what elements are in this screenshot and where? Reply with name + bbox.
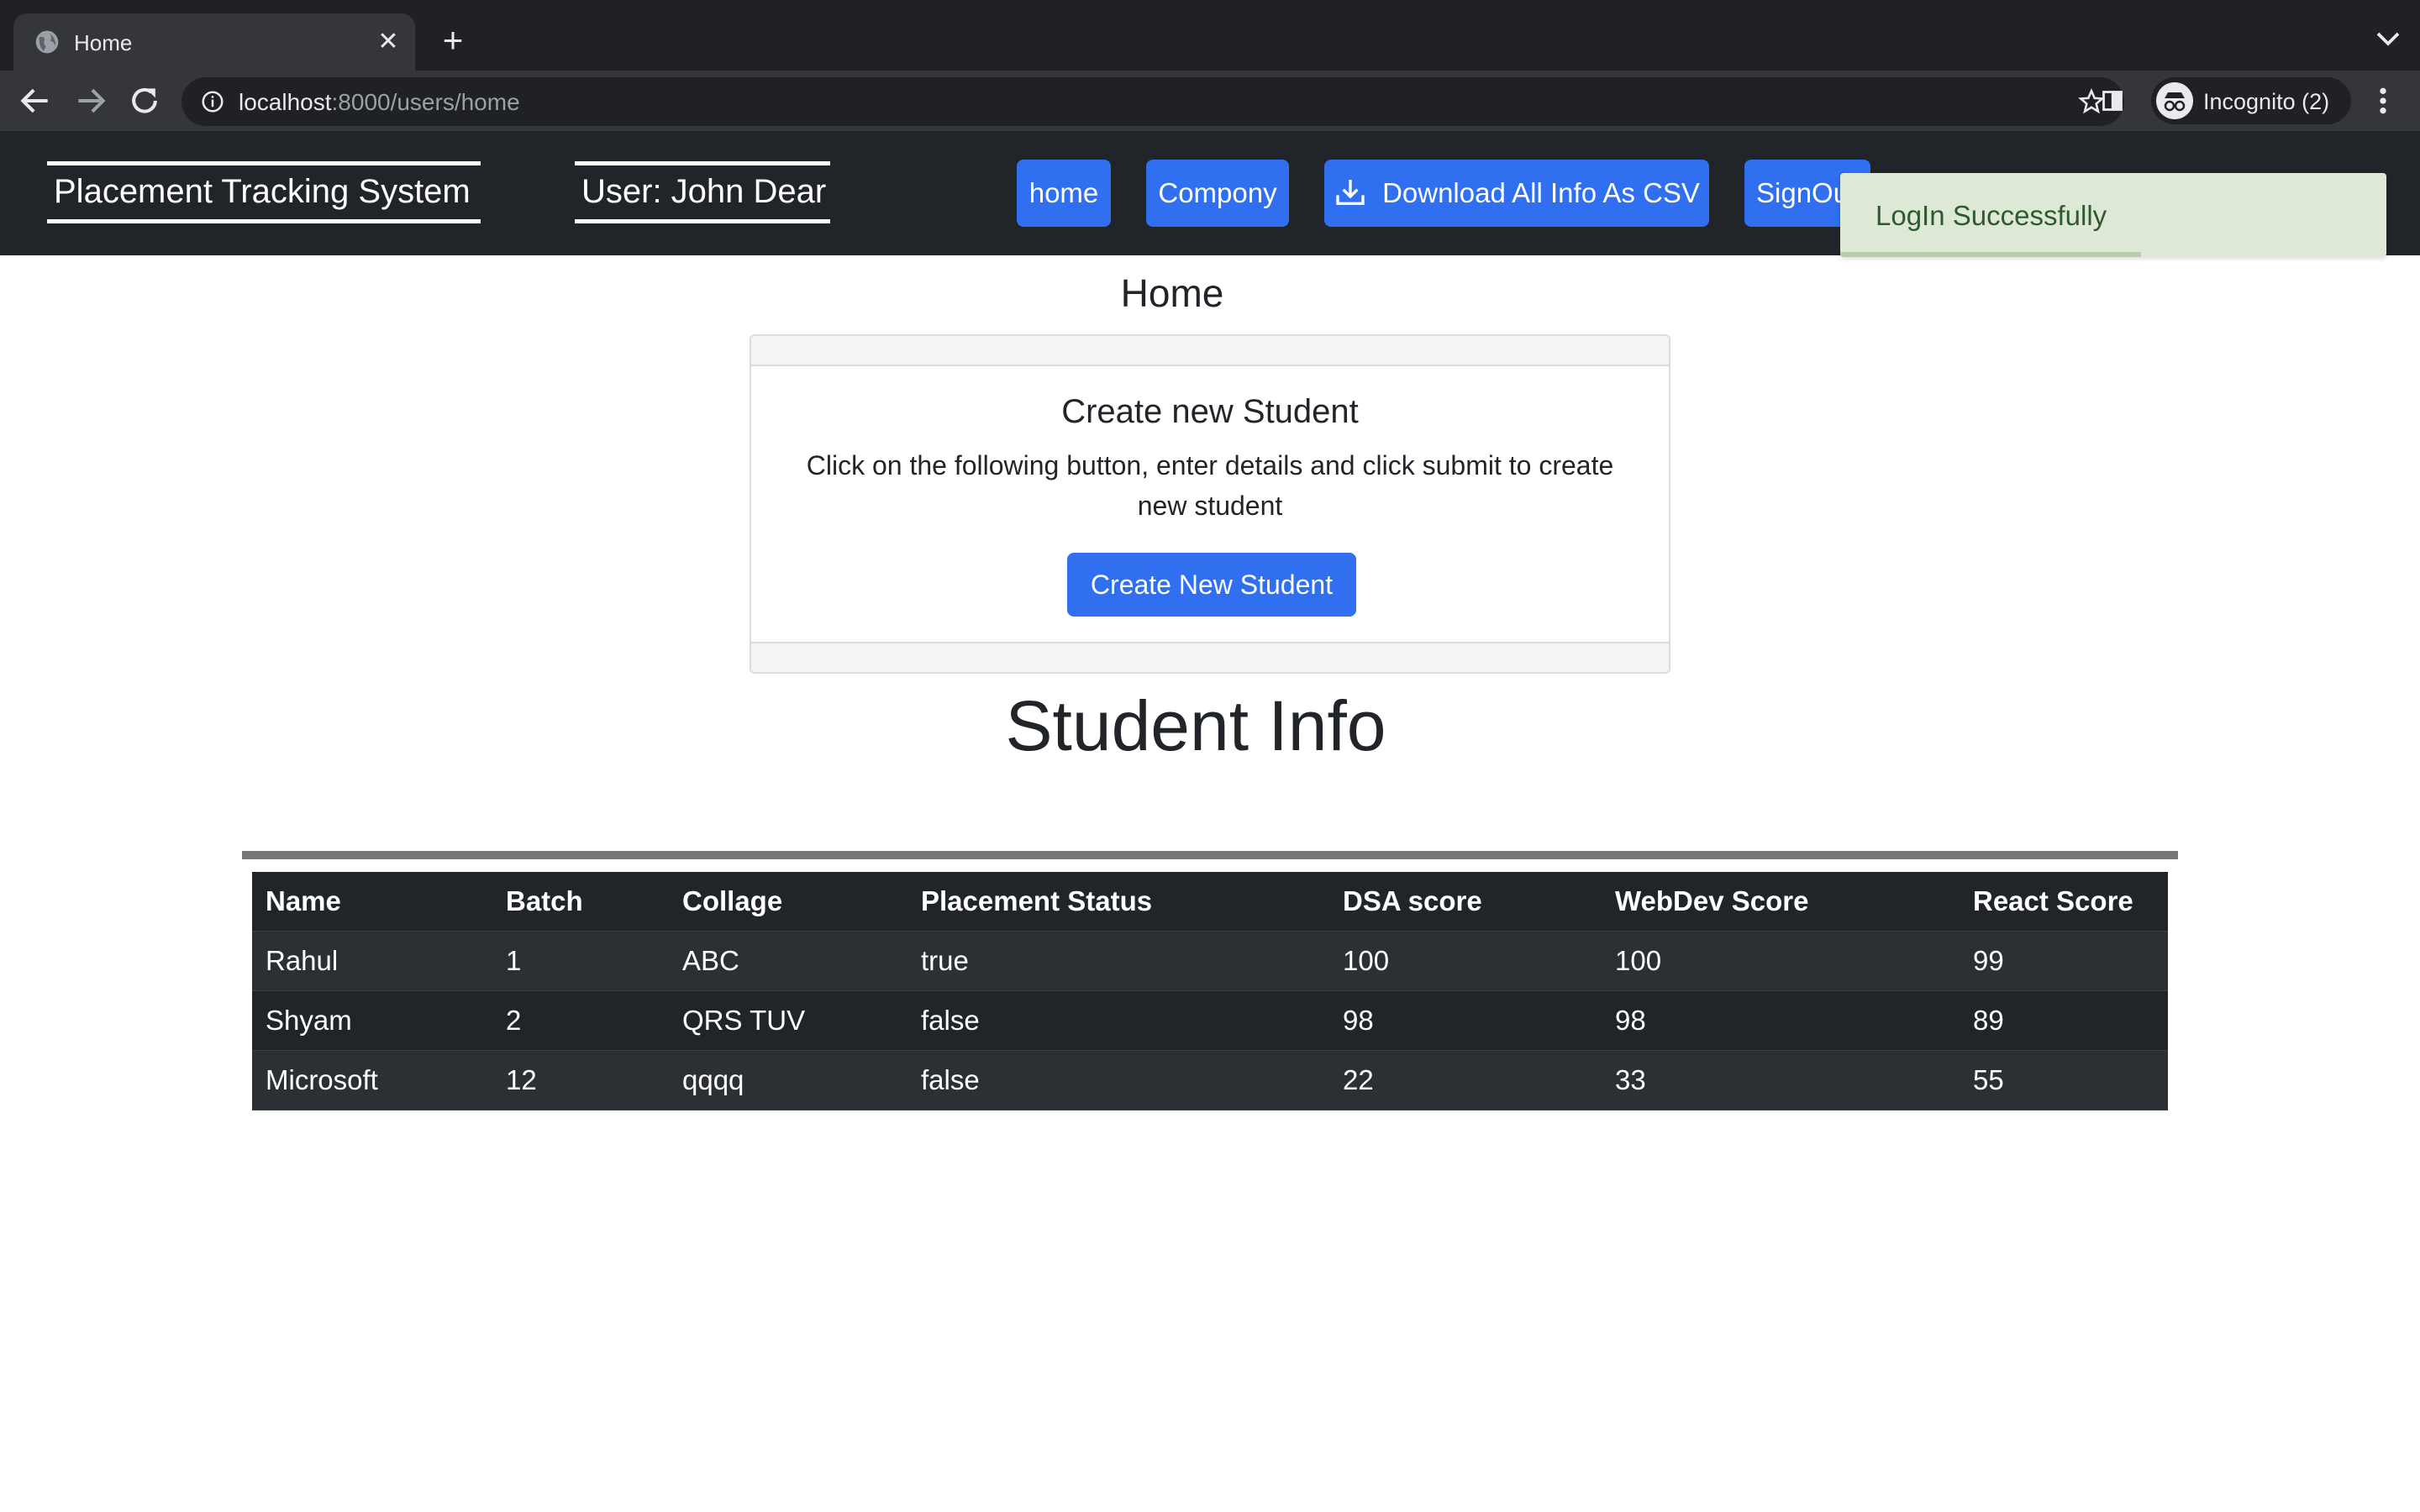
card-title: Create new Student [1061, 393, 1359, 430]
side-panel-icon[interactable] [2101, 89, 2124, 113]
card-text: Click on the following button, enter det… [806, 450, 1614, 521]
forward-arrow-icon[interactable] [72, 82, 109, 119]
cell-dsa-score: 22 [1329, 1050, 1602, 1110]
address-bar[interactable]: localhost:8000/users/home [182, 77, 2124, 126]
home-button[interactable]: home [1017, 160, 1111, 227]
cell-college: QRS TUV [669, 990, 908, 1051]
col-header-college: Collage [669, 872, 908, 932]
close-tab-icon[interactable]: ✕ [373, 27, 403, 57]
create-new-student-button[interactable]: Create New Student [1067, 553, 1356, 617]
col-header-webdev-score: WebDev Score [1602, 872, 1960, 932]
cell-react-score: 89 [1960, 990, 2168, 1051]
reload-icon[interactable] [126, 82, 163, 119]
browser-toolbar: localhost:8000/users/home Incognito (2) [0, 71, 2420, 131]
download-csv-button[interactable]: Download All Info As CSV [1324, 160, 1709, 227]
toast-progress-bar [1840, 252, 2141, 257]
cell-college: qqqq [669, 1050, 908, 1110]
cell-webdev-score: 100 [1602, 931, 1960, 991]
browser-tab-strip: Home ✕ + [0, 0, 2420, 71]
cell-dsa-score: 98 [1329, 990, 1602, 1051]
table-row: Microsoft 12 qqqq false 22 33 55 [252, 1050, 2168, 1110]
card-footer [751, 642, 1669, 672]
company-button[interactable]: Compony [1146, 160, 1289, 227]
url-host: localhost [239, 89, 332, 115]
table-row: Shyam 2 QRS TUV false 98 98 89 [252, 990, 2168, 1051]
cell-name: Rahul [252, 931, 492, 991]
student-table: Name Batch Collage Placement Status DSA … [252, 872, 2168, 1110]
cell-name: Shyam [252, 990, 492, 1051]
cell-placement-status: true [908, 931, 1329, 991]
toast-message: LogIn Successfully [1876, 200, 2107, 231]
browser-tab-home[interactable]: Home ✕ [13, 13, 415, 71]
incognito-label: Incognito (2) [2203, 89, 2330, 114]
cell-placement-status: false [908, 1050, 1329, 1110]
tab-title: Home [74, 30, 133, 55]
cell-webdev-score: 33 [1602, 1050, 1960, 1110]
table-header-row: Name Batch Collage Placement Status DSA … [252, 872, 2168, 932]
col-header-dsa-score: DSA score [1329, 872, 1602, 932]
cell-react-score: 55 [1960, 1050, 2168, 1110]
col-header-react-score: React Score [1960, 872, 2168, 932]
url-path: :8000/users/home [331, 89, 520, 115]
url-text[interactable]: localhost:8000/users/home [239, 89, 520, 116]
cell-batch: 1 [492, 931, 669, 991]
student-info-heading: Student Info [1005, 686, 1386, 765]
page-title: Home [1120, 271, 1224, 315]
current-user-label: User: John Dear [575, 161, 830, 223]
create-student-card: Create new Student Click on the followin… [750, 334, 1670, 674]
card-header [751, 336, 1669, 366]
cell-webdev-score: 98 [1602, 990, 1960, 1051]
back-arrow-icon[interactable] [17, 82, 54, 119]
chevron-down-icon[interactable] [2373, 29, 2403, 49]
cell-placement-status: false [908, 990, 1329, 1051]
incognito-profile-button[interactable]: Incognito (2) [2151, 77, 2351, 124]
col-header-placement-status: Placement Status [908, 872, 1329, 932]
divider [242, 851, 2178, 859]
cell-college: ABC [669, 931, 908, 991]
col-header-name: Name [252, 872, 492, 932]
download-csv-label: Download All Info As CSV [1382, 177, 1700, 208]
incognito-icon [2156, 82, 2193, 119]
cell-batch: 2 [492, 990, 669, 1051]
cell-batch: 12 [492, 1050, 669, 1110]
cell-dsa-score: 100 [1329, 931, 1602, 991]
col-header-batch: Batch [492, 872, 669, 932]
new-tab-icon[interactable]: + [435, 23, 471, 59]
download-icon [1336, 180, 1365, 205]
more-menu-icon[interactable] [2370, 84, 2396, 118]
login-success-toast[interactable]: LogIn Successfully [1840, 173, 2386, 257]
cell-name: Microsoft [252, 1050, 492, 1110]
table-row: Rahul 1 ABC true 100 100 99 [252, 931, 2168, 991]
brand-title[interactable]: Placement Tracking System [47, 161, 481, 223]
globe-icon [35, 30, 59, 54]
info-icon[interactable] [200, 89, 225, 114]
cell-react-score: 99 [1960, 931, 2168, 991]
